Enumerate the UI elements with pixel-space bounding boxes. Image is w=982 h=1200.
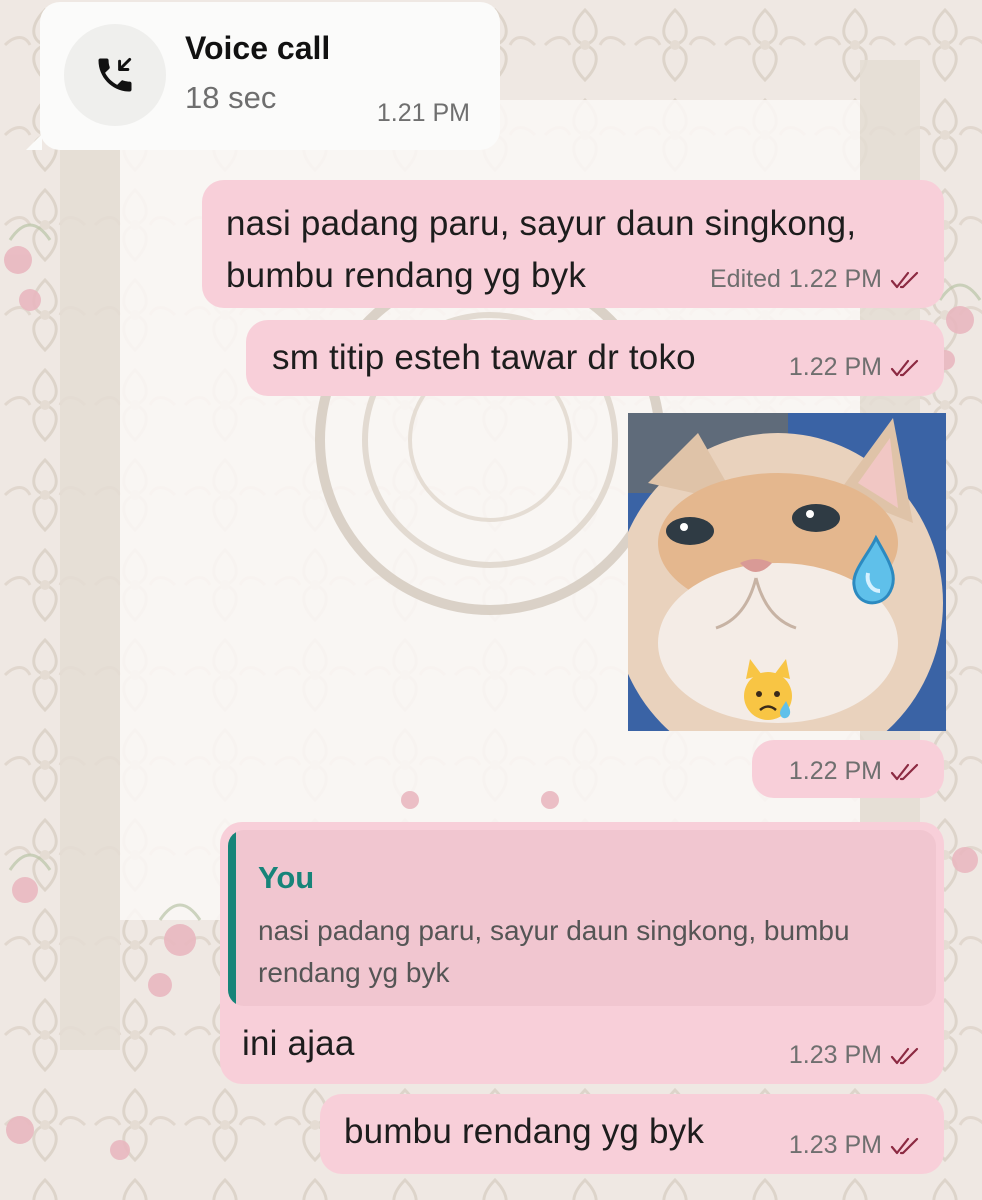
- message-time: 1.22 PM: [788, 757, 882, 785]
- message-time: 1.23 PM: [788, 1041, 882, 1069]
- call-duration: 18 sec: [185, 80, 277, 115]
- quote-author: You: [258, 860, 315, 895]
- message-text: ini ajaa: [242, 1024, 355, 1063]
- outgoing-reply-message[interactable]: You nasi padang paru, sayur daun singkon…: [220, 822, 944, 1084]
- cat-sticker-image[interactable]: [628, 413, 946, 731]
- message-time: 1.23 PM: [788, 1131, 882, 1159]
- message-meta: Edited 1.22 PM: [710, 265, 920, 294]
- edited-label: Edited: [710, 265, 781, 293]
- message-time: 1.22 PM: [788, 265, 882, 293]
- incoming-call-icon: [98, 57, 132, 92]
- call-icon-circle: [64, 24, 166, 126]
- message-time: 1.22 PM: [788, 353, 882, 381]
- message-meta: 1.21 PM: [377, 99, 470, 128]
- message-meta: 1.23 PM: [789, 1041, 920, 1070]
- read-ticks-icon: [890, 1047, 919, 1064]
- crying-cat-illustration: [628, 413, 946, 731]
- bubble-tail: [26, 134, 42, 150]
- outgoing-message[interactable]: nasi padang paru, sayur daun singkong, b…: [202, 180, 944, 308]
- quoted-message[interactable]: You nasi padang paru, sayur daun singkon…: [228, 830, 936, 1006]
- read-ticks-icon: [890, 271, 919, 288]
- outgoing-message[interactable]: bumbu rendang yg byk 1.23 PM: [320, 1094, 944, 1174]
- sticker-timestamp-bubble[interactable]: 1.22 PM: [752, 740, 944, 798]
- message-time: 1.21 PM: [376, 99, 470, 127]
- outgoing-message[interactable]: sm titip esteh tawar dr toko 1.22 PM: [246, 320, 944, 396]
- read-ticks-icon: [890, 359, 919, 376]
- message-meta: 1.22 PM: [789, 353, 920, 382]
- read-ticks-icon: [890, 763, 919, 780]
- message-meta: 1.23 PM: [789, 1131, 920, 1160]
- call-title: Voice call: [185, 30, 331, 66]
- message-meta: 1.22 PM: [789, 757, 920, 786]
- quote-accent-bar: [228, 830, 236, 1006]
- quote-text: nasi padang paru, sayur daun singkong, b…: [258, 915, 850, 988]
- voice-call-bubble[interactable]: Voice call 18 sec 1.21 PM: [26, 2, 500, 150]
- read-ticks-icon: [890, 1137, 919, 1154]
